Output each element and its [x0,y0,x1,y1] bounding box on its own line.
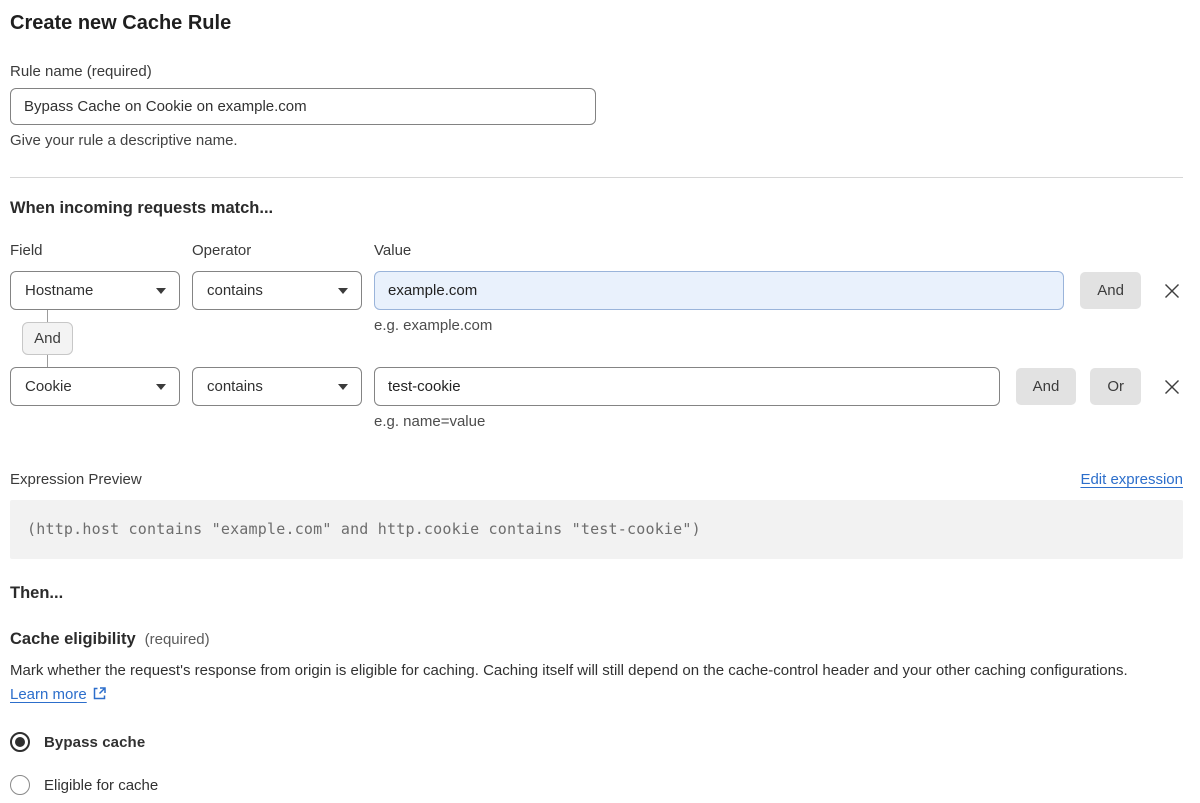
remove-row2-button[interactable] [1161,376,1183,398]
expression-preview-label: Expression Preview [10,471,142,488]
expression-preview-header: Expression Preview Edit expression [10,471,1183,488]
value-column-label: Value [374,242,412,259]
connector-line-top [47,310,48,322]
page-title: Create new Cache Rule [10,12,232,34]
radio-option-eligible-for-cache[interactable]: Eligible for cache [10,775,1183,795]
operator-column-label: Operator [192,242,252,259]
connector-zone: And e.g. example.com [10,310,1183,367]
description-text: Mark whether the request's response from… [10,662,1128,679]
operator-select-row1-value: contains [207,282,263,299]
connector-line-bottom [47,355,48,367]
condition-row-2: Cookie contains And Or [10,367,1183,406]
field-column-label: Field [10,242,43,259]
condition-column-headers: Field Operator Value [10,242,1183,259]
field-select-row1-value: Hostname [25,282,94,299]
expression-code-block: (http.host contains "example.com" and ht… [10,500,1183,559]
required-tag: (required) [144,631,210,648]
and-button-row1[interactable]: And [1080,272,1141,309]
operator-select-row2[interactable]: contains [192,367,362,406]
radio-option-bypass-cache[interactable]: Bypass cache [10,732,1183,752]
radio-unselected-icon [10,775,30,795]
value-input-row2[interactable] [374,367,1000,406]
and-connector-button[interactable]: And [22,322,73,355]
radio-label: Eligible for cache [44,776,159,794]
rule-name-hint: Give your rule a descriptive name. [10,132,238,149]
value-input-row1[interactable] [374,271,1065,310]
rule-name-label: Rule name (required) [10,63,152,80]
close-icon [1165,379,1179,394]
remove-row1-button[interactable] [1161,280,1183,302]
external-link-icon [92,685,107,709]
chevron-down-icon [338,383,348,390]
expression-code: (http.host contains "example.com" and ht… [27,520,701,538]
cache-eligibility-description: Mark whether the request's response from… [10,659,1170,709]
value-hint-row2: e.g. name=value [374,413,486,430]
cache-eligibility-heading-row: Cache eligibility (required) [10,630,1183,649]
match-section-heading: When incoming requests match... [10,199,274,217]
radio-label: Bypass cache [44,733,146,751]
section-divider [10,177,1183,178]
operator-select-row1[interactable]: contains [192,271,362,310]
rule-name-input[interactable] [10,88,596,125]
chevron-down-icon [156,287,166,294]
field-select-row2[interactable]: Cookie [10,367,180,406]
learn-more-link[interactable]: Learn more [10,686,87,703]
field-select-row1[interactable]: Hostname [10,271,180,310]
or-button-row2[interactable]: Or [1090,368,1141,405]
operator-select-row2-value: contains [207,378,263,395]
field-select-row2-value: Cookie [25,378,72,395]
chevron-down-icon [156,383,166,390]
value-hint-row1: e.g. example.com [374,317,493,334]
chevron-down-icon [338,287,348,294]
radio-selected-icon [10,732,30,752]
cache-eligibility-heading: Cache eligibility [10,630,136,648]
condition-row-1: Hostname contains And [10,271,1183,310]
close-icon [1165,283,1179,298]
then-heading: Then... [10,584,64,602]
and-button-row2[interactable]: And [1015,368,1077,405]
edit-expression-link[interactable]: Edit expression [1080,471,1183,488]
